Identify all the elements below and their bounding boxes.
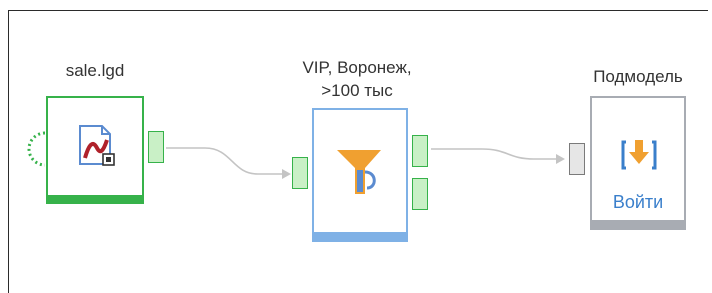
link-arrow-head <box>282 169 291 179</box>
link-filter-to-submodel[interactable] <box>431 148 556 160</box>
output-port-1[interactable] <box>412 135 428 167</box>
link-import-to-filter[interactable] <box>166 147 282 175</box>
node-import[interactable] <box>46 96 144 204</box>
output-port-2[interactable] <box>412 178 428 210</box>
link-arrow-head <box>556 154 565 164</box>
node-filter[interactable] <box>312 108 408 242</box>
output-port[interactable] <box>148 131 164 163</box>
node-title-import: sale.lgd <box>65 61 125 80</box>
input-port[interactable] <box>569 143 585 175</box>
dotted-connector-icon[interactable] <box>25 131 47 167</box>
enter-arrow-icon <box>621 140 657 170</box>
node-submodel[interactable]: Войти <box>590 96 686 230</box>
enter-button[interactable]: Войти <box>592 192 684 213</box>
node-title-filter-line2: >100 тыс <box>321 81 393 100</box>
document-with-curve-icon <box>79 125 115 166</box>
input-port[interactable] <box>292 157 308 189</box>
funnel-icon <box>337 150 381 194</box>
node-title-filter-line1: VIP, Воронеж, <box>302 58 412 77</box>
node-title-submodel: Подмодель <box>593 67 683 86</box>
